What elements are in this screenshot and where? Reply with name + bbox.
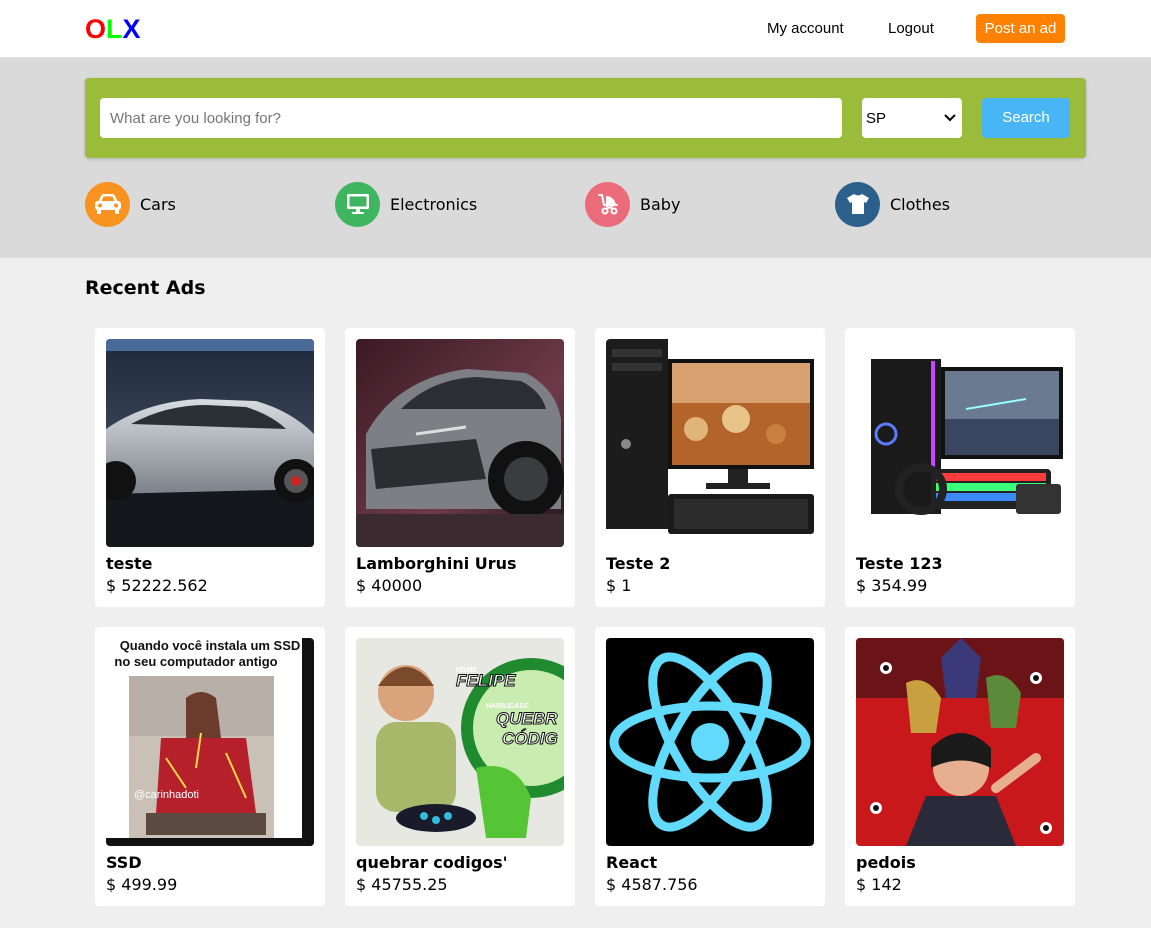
ad-title: teste	[106, 554, 153, 573]
ad-card[interactable]: Teste 123 $ 354.99	[845, 328, 1075, 607]
search-section: SP Search Cars	[0, 58, 1151, 258]
car-icon	[85, 181, 130, 227]
meme-text-line2: no seu computador antigo	[114, 654, 277, 669]
logo-letter-o: O	[85, 14, 107, 44]
ad-price: $ 499.99	[106, 875, 178, 894]
search-button[interactable]: Search	[982, 98, 1070, 138]
category-label: Cars	[140, 194, 176, 214]
my-account-link[interactable]: My account	[767, 20, 844, 37]
ad-card[interactable]: React $ 4587.756	[595, 627, 825, 906]
react-logo-icon	[606, 638, 814, 846]
ad-image	[856, 339, 1064, 547]
ad-image	[106, 339, 314, 547]
ad-image: Quando você instala um SSD no seu comput…	[106, 638, 314, 846]
category-label: Clothes	[890, 194, 950, 214]
ad-card[interactable]: NOME FELIPE HABILIDADE QUEBR CÓDIG quebr…	[345, 627, 575, 906]
ad-price: $ 142	[856, 875, 902, 894]
ad-image	[356, 339, 564, 547]
ad-title: Teste 123	[856, 554, 943, 573]
top-header: OLX My account Logout Post an ad	[0, 0, 1151, 58]
toy-name-text: FELIPE	[456, 671, 516, 690]
ad-price: $ 52222.562	[106, 576, 208, 595]
state-select[interactable]: SP	[862, 98, 962, 138]
ad-card[interactable]: Lamborghini Urus $ 40000	[345, 328, 575, 607]
category-clothes[interactable]: Clothes	[835, 181, 950, 227]
ad-title: pedois	[856, 853, 916, 872]
ad-title: quebrar codigos'	[356, 853, 508, 872]
ad-title: Teste 2	[606, 554, 671, 573]
post-ad-button[interactable]: Post an ad	[976, 14, 1065, 43]
recent-ads-title: Recent Ads	[85, 277, 206, 299]
ad-image	[856, 638, 1064, 846]
state-select-value: SP	[866, 109, 887, 127]
toy-skill-text-2: CÓDIG	[502, 729, 558, 748]
ad-title: Lamborghini Urus	[356, 554, 517, 573]
ad-price: $ 354.99	[856, 576, 928, 595]
ad-title: SSD	[106, 853, 142, 872]
olx-logo[interactable]: OLX	[85, 14, 141, 45]
ad-image	[606, 339, 814, 547]
ad-card[interactable]: Teste 2 $ 1	[595, 328, 825, 607]
logout-link[interactable]: Logout	[888, 20, 934, 37]
ad-price: $ 40000	[356, 576, 423, 595]
search-input[interactable]	[100, 98, 842, 138]
logo-letter-x: X	[122, 14, 141, 44]
category-label: Baby	[640, 194, 681, 214]
toy-skill-text-1: QUEBR	[496, 709, 558, 728]
stroller-icon	[585, 181, 630, 227]
category-cars[interactable]: Cars	[85, 181, 176, 227]
category-label: Electronics	[390, 194, 478, 214]
ad-image: NOME FELIPE HABILIDADE QUEBR CÓDIG	[356, 638, 564, 846]
ad-card[interactable]: teste $ 52222.562	[95, 328, 325, 607]
ad-card[interactable]: pedois $ 142	[845, 627, 1075, 906]
monitor-icon	[335, 181, 380, 227]
ad-price: $ 45755.25	[356, 875, 448, 894]
logo-letter-l: L	[106, 14, 123, 44]
ad-price: $ 1	[606, 576, 632, 595]
category-baby[interactable]: Baby	[585, 181, 680, 227]
ad-price: $ 4587.756	[606, 875, 698, 894]
meme-watermark: @carinhadoti	[134, 789, 199, 801]
meme-text-line1: Quando você instala um SSD	[120, 638, 301, 653]
ad-title: React	[606, 853, 658, 872]
tshirt-icon	[835, 181, 880, 227]
category-electronics[interactable]: Electronics	[335, 181, 477, 227]
ad-image	[606, 638, 814, 846]
search-box: SP Search	[85, 78, 1086, 158]
ad-card[interactable]: Quando você instala um SSD no seu comput…	[95, 627, 325, 906]
chevron-down-icon	[944, 114, 956, 122]
